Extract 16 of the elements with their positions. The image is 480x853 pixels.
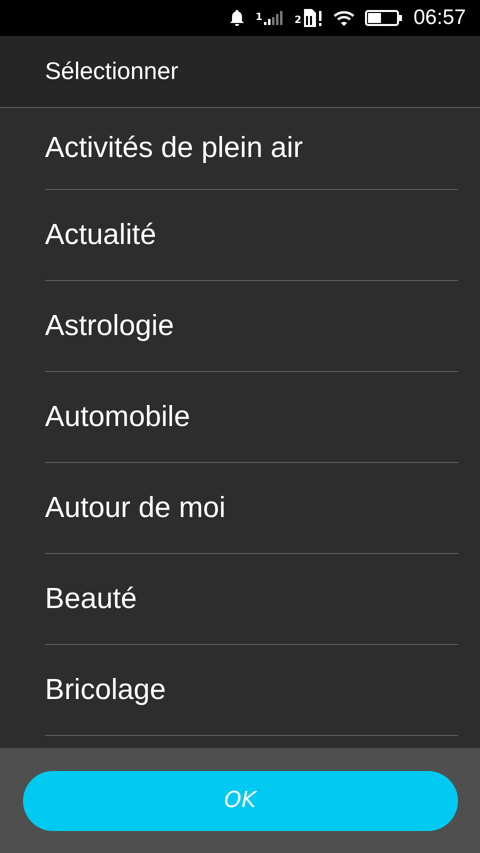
- option-item[interactable]: Bricolage: [45, 645, 458, 736]
- bell-icon: [228, 9, 246, 27]
- option-item[interactable]: Autour de moi: [45, 463, 458, 554]
- option-item[interactable]: Automobile: [45, 372, 458, 463]
- dialog-title: Sélectionner: [45, 58, 178, 86]
- wifi-icon: [333, 10, 356, 26]
- clock-time: 06:57: [413, 6, 466, 30]
- sim-alert-icon: [303, 8, 324, 28]
- option-item[interactable]: Actualité: [45, 190, 458, 281]
- sim-number: 1: [256, 13, 262, 23]
- option-item[interactable]: Astrologie: [45, 281, 458, 372]
- signal-icon: [264, 11, 284, 25]
- battery-icon: [365, 10, 404, 26]
- sim-number: 2: [294, 16, 302, 26]
- option-item[interactable]: Beauté: [45, 554, 458, 645]
- option-item[interactable]: Activités de plein air: [45, 108, 458, 190]
